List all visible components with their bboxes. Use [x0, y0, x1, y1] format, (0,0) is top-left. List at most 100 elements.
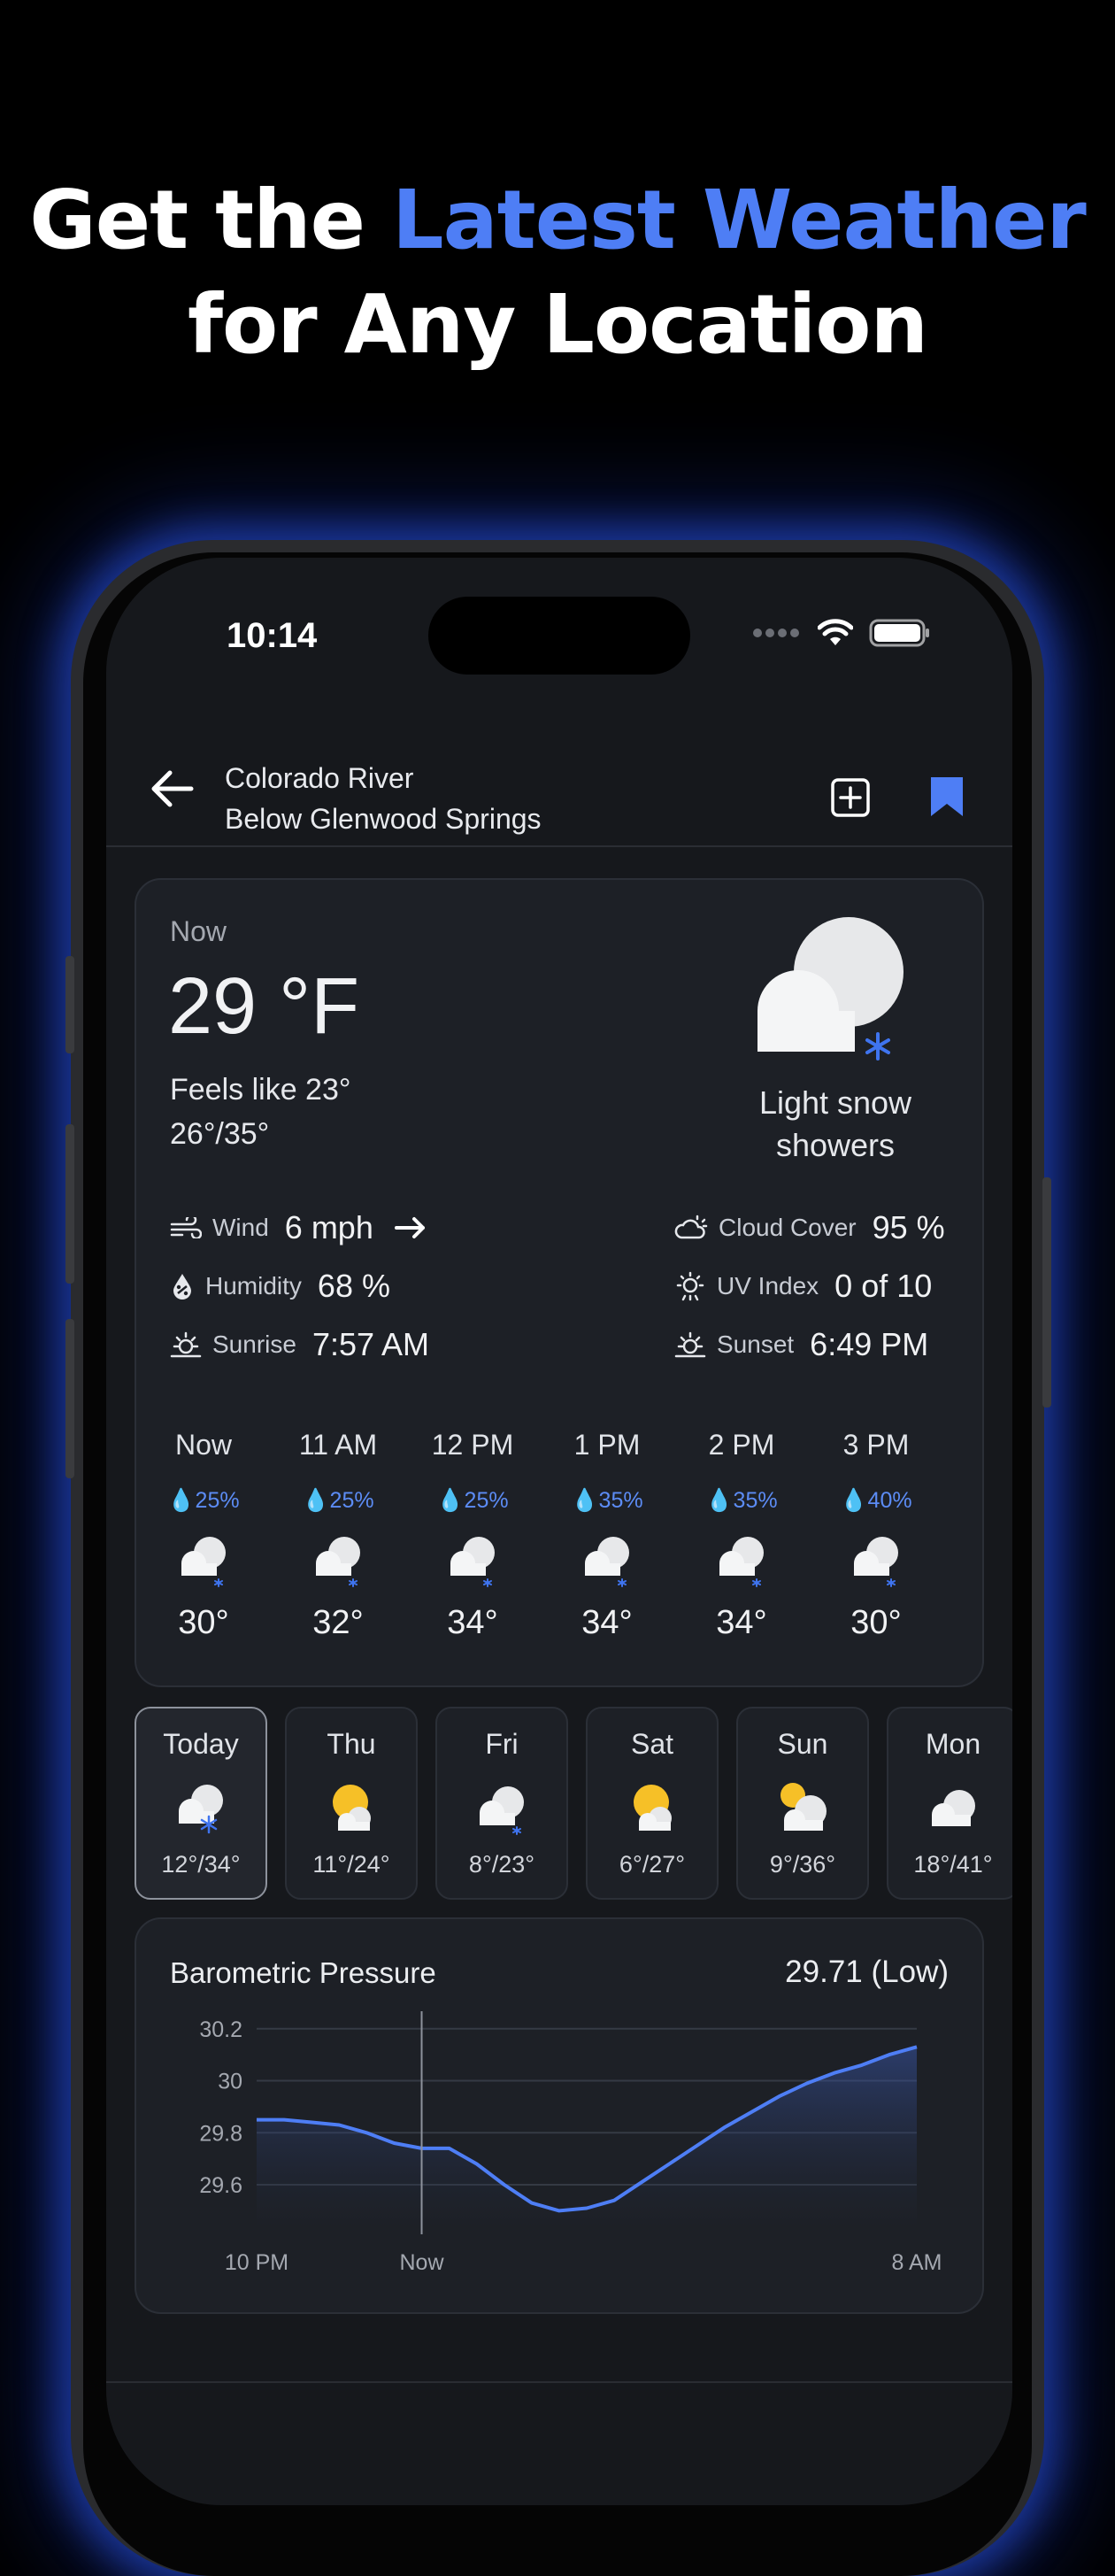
day-name: Today	[163, 1728, 239, 1760]
day-range: 9°/36°	[769, 1851, 836, 1878]
pressure-chart: 30.2 30 29.8 29.6 10 PM Now 8 AM	[199, 2011, 942, 2275]
day-card[interactable]: Mon 18°/41°	[887, 1707, 1012, 1900]
headline-part1: Get the	[29, 173, 393, 267]
humidity-detail: Humidity 68 %	[170, 1268, 390, 1305]
hi-lo: 26°/35°	[170, 1117, 270, 1151]
cloud-sun-icon	[674, 1215, 708, 1239]
day-name: Fri	[485, 1728, 519, 1760]
partly-sunny-icon	[780, 1783, 827, 1831]
day-range: 18°/41°	[913, 1851, 993, 1878]
sunset-value: 6:49 PM	[810, 1326, 929, 1362]
cloud-snow-icon	[480, 1786, 524, 1835]
wind-detail: Wind 6 mph	[170, 1209, 428, 1246]
hourly-item: 1 PM 💧35% 34°	[554, 1429, 660, 1642]
condition-text: Light snow showers	[758, 1084, 912, 1163]
add-icon[interactable]	[830, 777, 871, 818]
day-card[interactable]: Sun 9°/36°	[736, 1707, 869, 1900]
humidity-icon	[173, 1274, 191, 1300]
volume-down-button	[65, 1124, 74, 1284]
hour-temp: 34°	[716, 1604, 767, 1641]
wind-label: Wind	[212, 1214, 269, 1241]
day-range: 11°/24°	[312, 1851, 390, 1878]
day-range: 12°/34°	[161, 1851, 241, 1878]
y-tick-label: 29.8	[199, 2121, 242, 2146]
promo-headline: Get the Latest Weather for Any Location	[0, 168, 1115, 377]
hour-temp: 30°	[178, 1604, 229, 1641]
dynamic-island	[428, 597, 690, 675]
day-card[interactable]: Fri 8°/23°	[435, 1707, 568, 1900]
sunset-detail: Sunset 6:49 PM	[674, 1326, 928, 1363]
hour-precip: 💧40%	[840, 1488, 912, 1513]
hour-time: 2 PM	[708, 1429, 775, 1461]
day-name: Thu	[327, 1728, 376, 1760]
volume-up-button	[65, 956, 74, 1053]
wind-direction-arrow-icon	[394, 1217, 425, 1238]
y-tick-label: 29.6	[199, 2173, 242, 2198]
sunrise-icon	[170, 1331, 202, 1358]
location-line2: Below Glenwood Springs	[225, 803, 542, 835]
day-card[interactable]: Thu 11°/24°	[285, 1707, 418, 1900]
status-icons	[752, 618, 931, 648]
barometric-pressure-card: Barometric Pressure 29.71 (Low) 30.2 30 29…	[135, 1917, 984, 2314]
bookmark-icon[interactable]	[927, 774, 966, 820]
hour-time: 11 AM	[298, 1429, 378, 1461]
signal-dots-icon	[753, 629, 799, 637]
hour-time: 12 PM	[431, 1429, 514, 1461]
cloud-snow-icon	[854, 1537, 898, 1587]
sunset-icon	[674, 1331, 706, 1358]
hour-temp: 30°	[850, 1604, 902, 1641]
feels-like: Feels like 23°	[170, 1073, 351, 1107]
humidity-value: 68 %	[317, 1268, 390, 1304]
hour-precip: 💧25%	[436, 1488, 509, 1513]
hourly-item: 12 PM 💧25% 34°	[419, 1429, 526, 1642]
current-conditions-card: Now 29 °F Feels like 23° 26°/35° Light s…	[135, 878, 984, 1687]
hour-temp: 32°	[312, 1604, 364, 1641]
hour-time: Now	[174, 1429, 232, 1461]
uv-index-label: UV Index	[717, 1272, 819, 1300]
cloud-snow-icon	[450, 1537, 495, 1587]
cloud-snow-icon	[179, 1785, 223, 1834]
pressure-area	[257, 2047, 917, 2229]
hourly-item: 3 PM 💧40% 30°	[823, 1429, 929, 1642]
day-card-today[interactable]: Today 12°/34°	[135, 1707, 267, 1900]
x-tick-label: Now	[399, 2250, 444, 2275]
hour-precip: 💧25%	[167, 1488, 240, 1513]
cloud-cover-label: Cloud Cover	[719, 1214, 857, 1241]
y-tick-label: 30	[218, 2070, 242, 2094]
hour-precip: 💧35%	[705, 1488, 778, 1513]
headline-accent: Latest Weather	[392, 173, 1087, 267]
x-tick-label: 10 PM	[225, 2250, 288, 2275]
sunset-label: Sunset	[717, 1330, 795, 1358]
day-range: 6°/27°	[619, 1851, 686, 1878]
hourly-item: 2 PM 💧35% 34°	[688, 1429, 795, 1642]
uv-index-detail: UV Index 0 of 10	[674, 1268, 932, 1305]
hourly-item: 11 AM 💧25% 32°	[285, 1429, 391, 1642]
back-arrow-icon[interactable]	[147, 767, 196, 811]
hour-precip: 💧35%	[571, 1488, 643, 1513]
power-button	[1042, 1177, 1051, 1408]
partly-sunny-icon	[333, 1785, 371, 1831]
partly-sunny-icon	[634, 1785, 672, 1831]
phone-screen: 10:14 Colorado River Below Glenwood Spri…	[106, 558, 1012, 2505]
cloud-snow-icon	[757, 917, 904, 1060]
hour-time: 3 PM	[842, 1429, 910, 1461]
day-card[interactable]: Sat 6°/27°	[586, 1707, 719, 1900]
wifi-icon	[818, 619, 853, 645]
uv-sun-icon	[676, 1271, 704, 1301]
x-tick-label: 8 AM	[892, 2250, 942, 2275]
sunrise-value: 7:57 AM	[311, 1326, 430, 1362]
cloud-snow-icon	[181, 1537, 226, 1587]
wind-value: 6 mph	[284, 1209, 373, 1246]
cloud-snow-icon	[719, 1537, 764, 1587]
sunrise-detail: Sunrise 7:57 AM	[170, 1326, 429, 1363]
now-label: Now	[170, 915, 227, 947]
cloud-icon	[932, 1790, 975, 1826]
cloud-snow-icon	[316, 1537, 360, 1587]
battery-icon	[869, 619, 929, 647]
current-temperature: 29 °F	[168, 962, 360, 1051]
day-name: Mon	[925, 1728, 981, 1760]
headline-line2: for Any Location	[188, 277, 928, 372]
hour-temp: 34°	[581, 1604, 633, 1641]
location-line1: Colorado River	[225, 762, 414, 794]
status-time: 10:14	[227, 616, 318, 655]
